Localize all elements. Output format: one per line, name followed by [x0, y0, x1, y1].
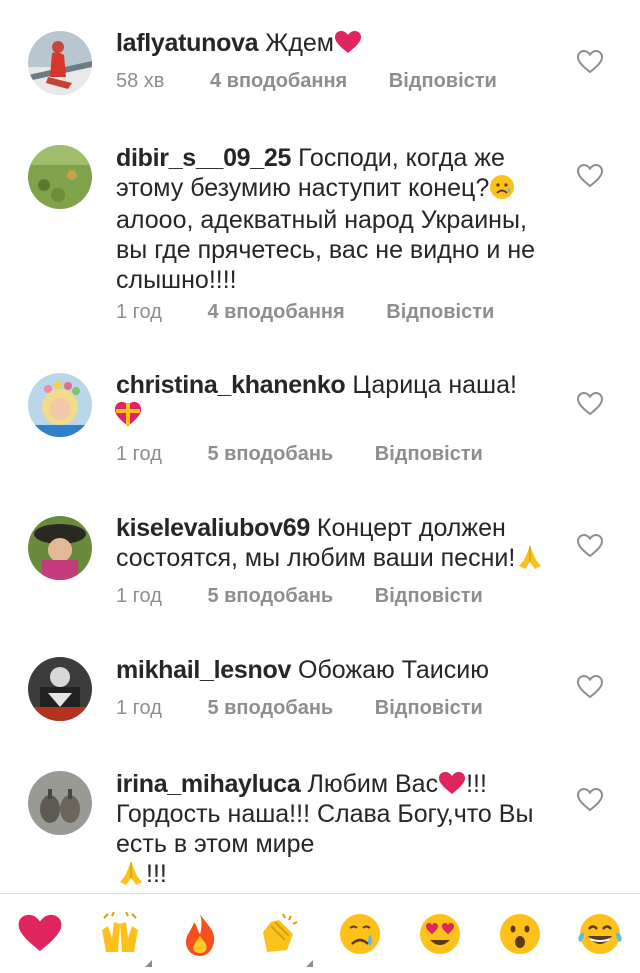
- comment-body: laflyatunova Ждем: [116, 28, 536, 60]
- comment-text-continued: алооо, адекватный народ Украины, вы где …: [116, 206, 536, 294]
- heart-eyes-emoji-button[interactable]: [414, 912, 466, 958]
- comment-text: Любим Вас: [307, 770, 439, 798]
- comment-text: Обожаю Таисию: [298, 656, 489, 684]
- avatar[interactable]: [28, 145, 92, 209]
- like-heart-icon[interactable]: [576, 786, 604, 814]
- comment-likes[interactable]: 5 вподобань: [207, 585, 333, 608]
- comment-username[interactable]: mikhail_lesnov: [116, 656, 291, 684]
- raising-hands-emoji-button[interactable]: [94, 912, 146, 958]
- comment-likes[interactable]: 5 вподобань: [207, 697, 333, 720]
- comment-time: 58 хв: [116, 70, 165, 92]
- comment-meta: 1 год 5 вподобань Відповісти: [116, 585, 483, 608]
- comment-body: irina_mihayluca Любим Вас!!! Гордость на…: [116, 769, 546, 889]
- tears-of-joy-emoji-button[interactable]: [574, 912, 626, 958]
- comment-meta: 58 хв 4 вподобання Відповісти: [116, 70, 497, 93]
- heart-emoji-icon: [334, 31, 362, 57]
- comment-meta: 1 год 5 вподобань Відповісти: [116, 697, 483, 720]
- heart-emoji-icon: [438, 770, 466, 798]
- comment-username[interactable]: christina_khanenko: [116, 371, 346, 399]
- folded-hands-emoji-icon: [515, 544, 545, 572]
- comment-time: 1 год: [116, 585, 162, 607]
- quick-reaction-bar: [0, 894, 640, 973]
- comment-username[interactable]: laflyatunova: [116, 29, 259, 57]
- like-heart-icon[interactable]: [576, 673, 604, 701]
- avatar[interactable]: [28, 516, 92, 580]
- comment-meta: 1 год 5 вподобань Відповісти: [116, 443, 483, 466]
- crying-face-emoji-button[interactable]: [334, 912, 386, 958]
- comment-body: mikhail_lesnov Обожаю Таисию: [116, 655, 536, 685]
- comment-likes[interactable]: 4 вподобання: [207, 301, 344, 324]
- comment-username[interactable]: irina_mihayluca: [116, 770, 301, 798]
- reply-button[interactable]: Відповісти: [389, 70, 497, 93]
- comment-meta: 1 год 4 вподобання Відповісти: [116, 301, 494, 324]
- like-heart-icon[interactable]: [576, 48, 604, 76]
- avatar[interactable]: [28, 373, 92, 437]
- comment-username[interactable]: dibir_s__09_25: [116, 144, 291, 172]
- sad-face-emoji-icon: [489, 175, 515, 202]
- variant-indicator: [145, 960, 152, 967]
- fire-emoji-button[interactable]: [174, 912, 226, 958]
- surprised-face-emoji-button[interactable]: [494, 912, 546, 958]
- folded-hands-emoji-icon: [116, 860, 146, 888]
- reply-button[interactable]: Відповісти: [375, 443, 483, 466]
- reply-button[interactable]: Відповісти: [386, 301, 494, 324]
- comment-time: 1 год: [116, 443, 162, 465]
- reply-button[interactable]: Відповісти: [375, 697, 483, 720]
- comment-username[interactable]: kiselevaliubov69: [116, 514, 310, 542]
- variant-indicator: [306, 960, 313, 967]
- gift-heart-icon: [115, 401, 198, 429]
- comment-likes[interactable]: 4 вподобання: [210, 70, 347, 93]
- reply-button[interactable]: Відповісти: [375, 585, 483, 608]
- comment-time: 1 год: [116, 697, 162, 719]
- comment-text: Царица наша!: [352, 371, 517, 399]
- comment-body: dibir_s__09_25 Господи, когда же этому б…: [116, 143, 546, 295]
- heart-emoji-button[interactable]: [14, 912, 66, 958]
- avatar[interactable]: [28, 31, 92, 95]
- comment-text: Ждем: [265, 29, 334, 57]
- comment-text-end: !!!: [146, 860, 167, 888]
- like-heart-icon[interactable]: [576, 532, 604, 560]
- comment-likes[interactable]: 5 вподобань: [207, 443, 333, 466]
- like-heart-icon[interactable]: [576, 162, 604, 190]
- comment-body: kiselevaliubov69 Концерт должен состоятс…: [116, 513, 556, 573]
- clapping-hands-emoji-button[interactable]: [254, 912, 306, 958]
- comment-time: 1 год: [116, 301, 162, 323]
- like-heart-icon[interactable]: [576, 390, 604, 418]
- avatar[interactable]: [28, 771, 92, 835]
- avatar[interactable]: [28, 657, 92, 721]
